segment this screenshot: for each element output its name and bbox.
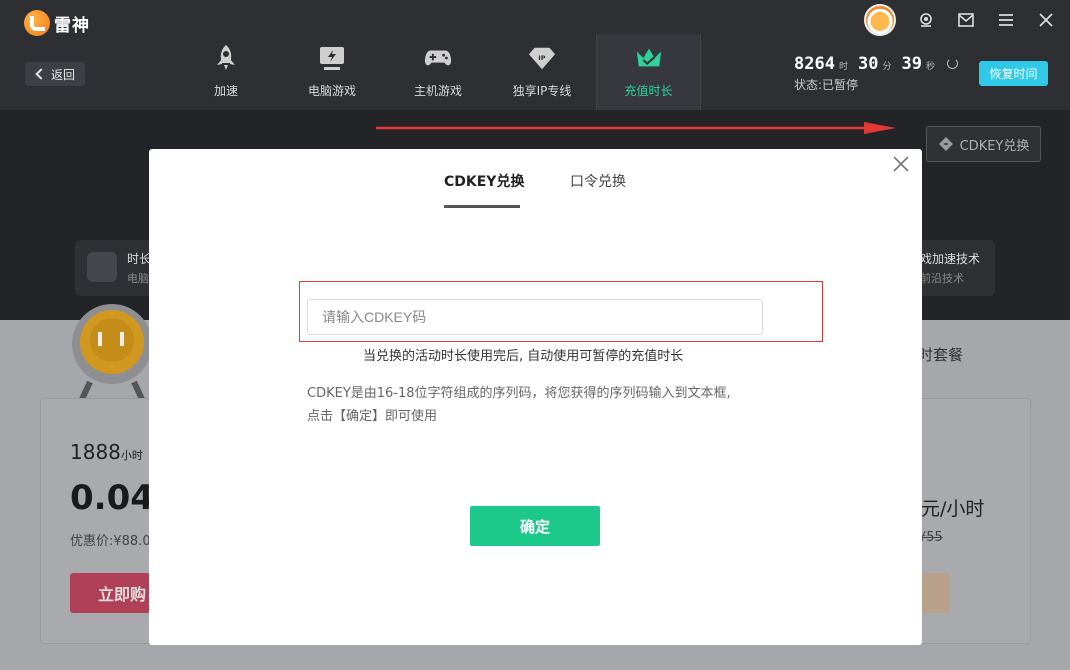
refresh-icon[interactable]	[946, 58, 958, 69]
chevron-left-icon	[35, 68, 47, 80]
cdkey-input[interactable]	[307, 299, 763, 335]
nav-label: 电脑游戏	[307, 84, 356, 98]
active-tab-indicator	[444, 205, 520, 208]
window-controls	[864, 4, 1056, 36]
timer-status: 状态:已暂停	[794, 78, 859, 92]
package-label: 时套餐	[918, 346, 964, 364]
timer-seconds-unit: 秒	[925, 62, 935, 72]
nav-label: 加速	[213, 84, 238, 98]
package-price-unit: 元/小时	[921, 498, 985, 520]
nav-item-pc-games[interactable]: 电脑游戏	[276, 34, 388, 110]
cdkey-description: CDKEY是由16-18位字符组成的序列码，将您获得的序列码输入到文本框, 点击…	[307, 386, 731, 424]
nav-item-dedicated-ip[interactable]: IP 独享IP专线	[488, 34, 596, 110]
back-label: 返回	[50, 67, 75, 82]
tab-passcode[interactable]: 口令兑换	[570, 171, 626, 191]
tab-cdkey[interactable]: CDKEY兑换	[444, 171, 524, 191]
package-original-price: 优惠价:¥88.0	[70, 534, 151, 549]
package-hours: 1888小时	[70, 440, 143, 464]
svg-text:IP: IP	[538, 54, 545, 62]
menu-icon[interactable]	[996, 10, 1016, 30]
nav-item-console-games[interactable]: 主机游戏	[388, 34, 488, 110]
main-nav: 加速 电脑游戏 主机游戏 IP 独享IP专线 充值时长	[176, 34, 701, 110]
logo-icon	[24, 10, 50, 36]
gamepad-icon	[424, 44, 452, 72]
timer-seconds: 39	[901, 54, 922, 74]
top-bar: 雷神 返回 加速 电脑游戏 主机游戏 IP 独享IP专线 充值时长 8264 时…	[0, 0, 1070, 110]
cdkey-redeem-label: CDKEY兑换	[959, 138, 1030, 154]
nav-label: 独享IP专线	[512, 84, 572, 98]
mail-icon[interactable]	[956, 10, 976, 30]
app-logo: 雷神	[24, 10, 90, 36]
rocket-icon	[212, 44, 240, 72]
confirm-button[interactable]: 确定	[470, 506, 600, 546]
ticket-icon	[938, 137, 953, 151]
timer-hours-unit: 时	[838, 62, 848, 72]
modal-tabs: CDKEY兑换 口令兑换	[149, 149, 922, 209]
resume-time-button[interactable]: 恢复时间	[979, 61, 1048, 86]
timer-minutes-unit: 分	[882, 62, 892, 72]
feature-sub: 前沿技术	[920, 272, 964, 285]
redeem-hint: 当兑换的活动时长使用完后, 自动使用可暂停的充值时长	[363, 349, 684, 364]
feature-sub: 电脑	[127, 272, 149, 285]
monitor-lightning-icon	[318, 44, 346, 72]
support-icon[interactable]	[916, 10, 936, 30]
nav-label: 主机游戏	[413, 84, 462, 98]
logo-text: 雷神	[54, 15, 90, 36]
timer-minutes: 30	[857, 54, 879, 74]
nav-item-recharge[interactable]: 充值时长	[596, 34, 701, 110]
feature-title: 时长	[127, 252, 152, 266]
buy-now-button[interactable]: 立即购	[70, 573, 150, 613]
annotation-arrow	[376, 122, 896, 134]
nav-label: 充值时长	[624, 84, 673, 98]
feature-title: 戏加速技术	[920, 252, 981, 266]
timer-hours: 8264	[794, 54, 835, 74]
cdkey-modal: CDKEY兑换 口令兑换 当兑换的活动时长使用完后, 自动使用可暂停的充值时长 …	[149, 149, 922, 645]
back-button[interactable]: 返回	[25, 62, 85, 86]
crown-icon	[635, 44, 663, 72]
fan-icon	[87, 252, 117, 282]
nav-item-accelerate[interactable]: 加速	[176, 34, 276, 110]
close-icon[interactable]	[1036, 10, 1056, 30]
cdkey-redeem-button[interactable]: CDKEY兑换	[926, 126, 1041, 162]
avatar[interactable]	[864, 4, 896, 36]
vip-diamond-icon: IP	[528, 44, 556, 72]
remaining-time: 8264 时 30 分 39 秒 状态:已暂停	[794, 54, 958, 93]
